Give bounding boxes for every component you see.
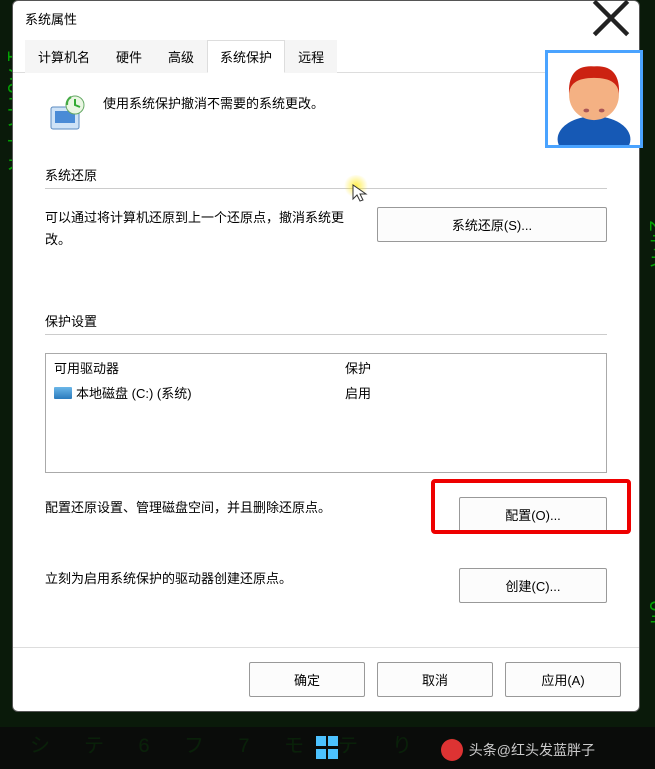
configure-desc: 配置还原设置、管理磁盘空间，并且删除还原点。 [45, 497, 439, 519]
titlebar: 系统属性 [13, 1, 639, 35]
attribution-text: 头条@红头发蓝胖子 [469, 740, 595, 760]
disk-icon [54, 387, 72, 399]
window-title: 系统属性 [25, 9, 591, 28]
system-protection-icon [45, 93, 87, 135]
drive-list-header: 可用驱动器 保护 [46, 354, 606, 381]
dialog-footer: 确定 取消 应用(A) [13, 647, 639, 711]
intro-row: 使用系统保护撤消不需要的系统更改。 [45, 93, 607, 135]
close-button[interactable] [591, 4, 631, 32]
system-restore-button[interactable]: 系统还原(S)... [377, 207, 607, 242]
highlight-box [431, 479, 631, 534]
drive-name: 本地磁盘 (C:) (系统) [76, 383, 192, 402]
tab-system-protection[interactable]: 系统保护 [207, 40, 285, 73]
restore-desc: 可以通过将计算机还原到上一个还原点，撤消系统更改。 [45, 207, 357, 251]
intro-text: 使用系统保护撤消不需要的系统更改。 [103, 93, 324, 112]
create-desc: 立刻为启用系统保护的驱动器创建还原点。 [45, 568, 439, 590]
cancel-button[interactable]: 取消 [377, 662, 493, 697]
attribution: 头条@红头发蓝胖子 [441, 739, 595, 761]
attribution-avatar-icon [441, 739, 463, 761]
drive-protection-status: 启用 [345, 383, 598, 402]
tab-advanced[interactable]: 高级 [155, 40, 207, 73]
tab-content: 使用系统保护撤消不需要的系统更改。 系统还原 可以通过将计算机还原到上一个还原点… [13, 73, 639, 647]
start-button[interactable] [316, 736, 340, 760]
section-title-protection: 保护设置 [45, 311, 607, 335]
tab-computer-name[interactable]: 计算机名 [25, 40, 103, 73]
section-title-restore: 系统还原 [45, 165, 607, 189]
drive-list[interactable]: 可用驱动器 保护 本地磁盘 (C:) (系统) 启用 [45, 353, 607, 473]
tab-remote[interactable]: 远程 [285, 40, 337, 73]
create-restore-point-button[interactable]: 创建(C)... [459, 568, 607, 603]
tab-hardware[interactable]: 硬件 [103, 40, 155, 73]
col-header-drive: 可用驱动器 [54, 358, 345, 377]
ok-button[interactable]: 确定 [249, 662, 365, 697]
drive-row[interactable]: 本地磁盘 (C:) (系统) 启用 [46, 381, 606, 404]
col-header-protection: 保护 [345, 358, 598, 377]
avatar [545, 50, 643, 148]
apply-button[interactable]: 应用(A) [505, 662, 621, 697]
close-icon [591, 0, 631, 38]
